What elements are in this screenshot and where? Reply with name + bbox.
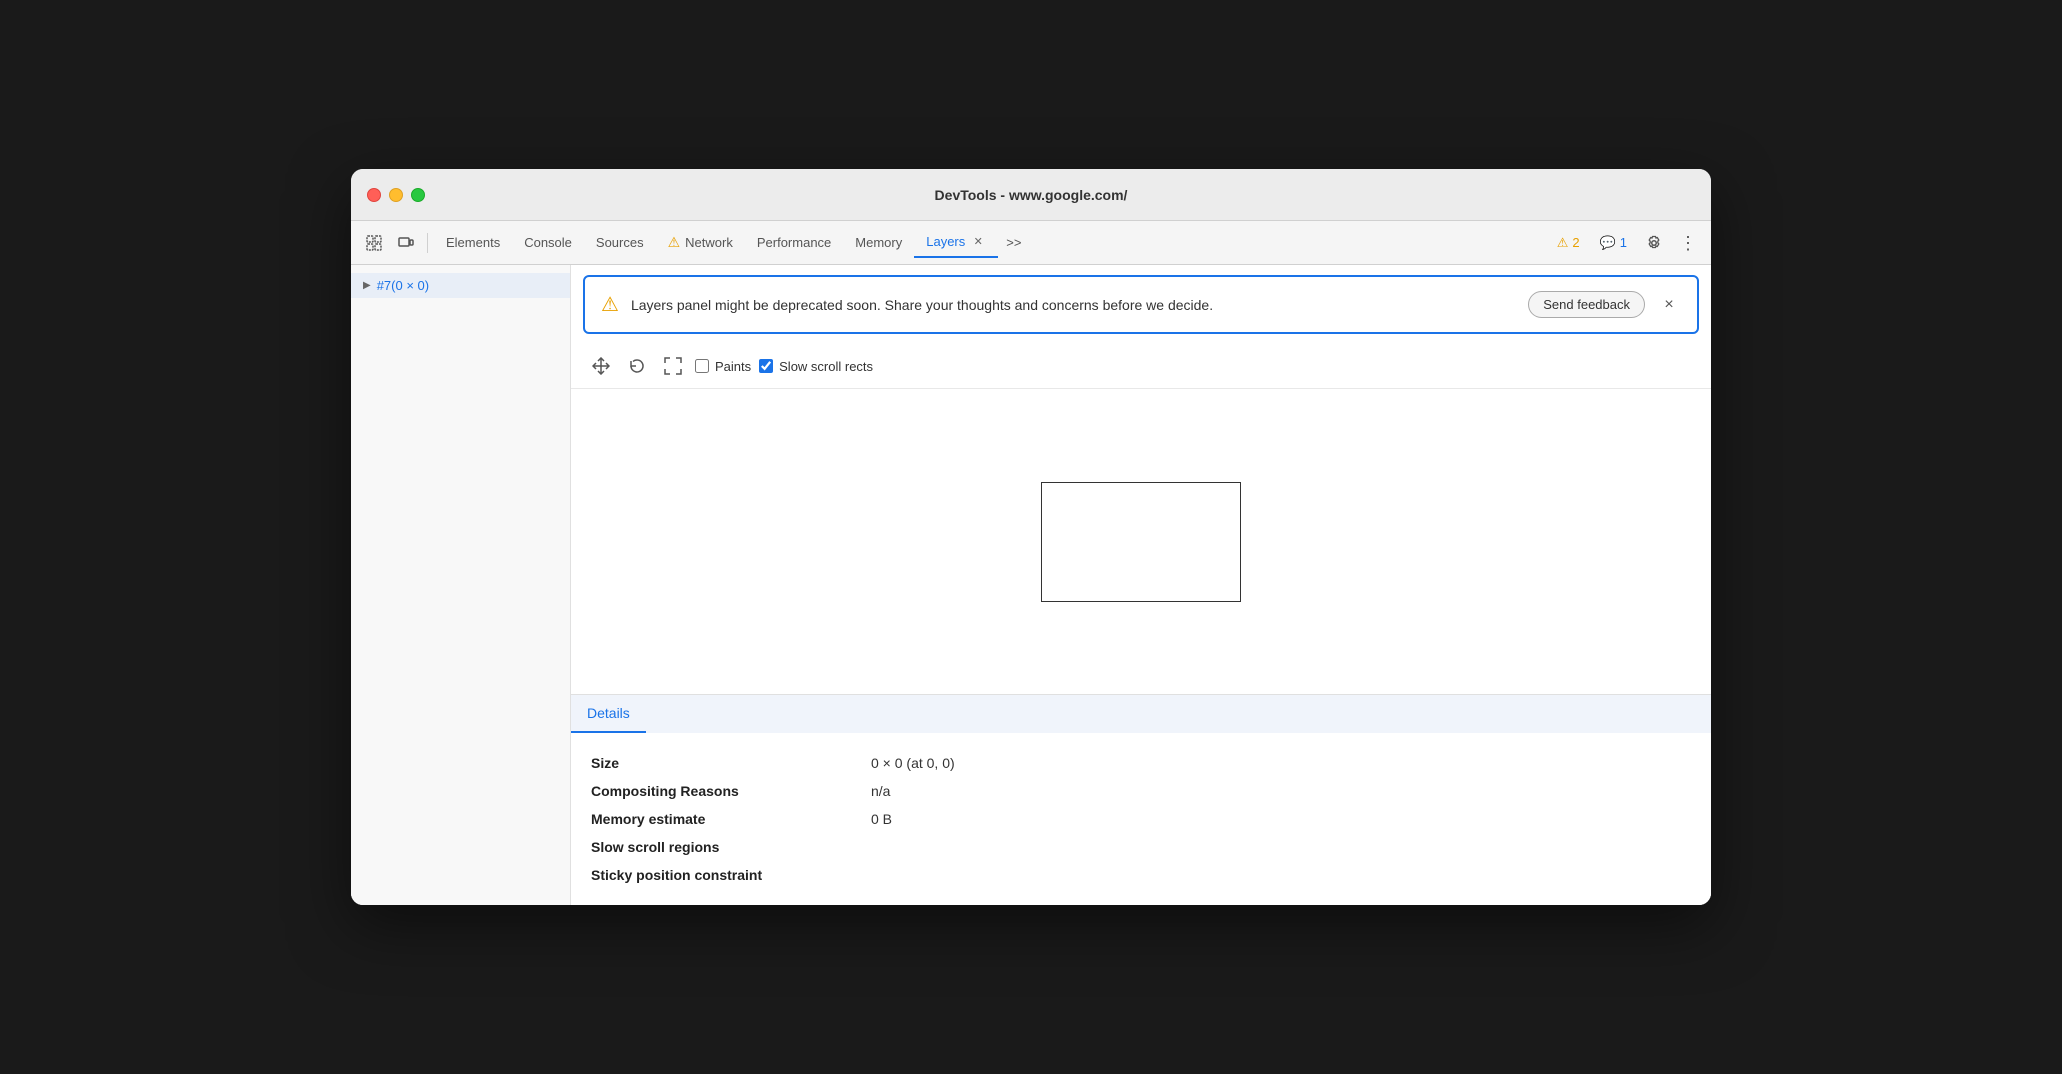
info-count-button[interactable]: 💬 1 [1592,231,1635,255]
details-section: Details [571,695,1711,733]
tab-memory[interactable]: Memory [843,229,914,256]
detail-row-compositing: Compositing Reasons n/a [591,777,1691,805]
details-tab[interactable]: Details [571,695,646,733]
network-warning-icon: ⚠ [668,234,681,251]
warning-icon: ⚠ [1557,235,1569,251]
tab-performance[interactable]: Performance [745,229,843,256]
inspector-icon[interactable] [359,228,389,258]
details-content: Size 0 × 0 (at 0, 0) Compositing Reasons… [571,733,1711,905]
tab-elements[interactable]: Elements [434,229,512,256]
tab-network[interactable]: ⚠ Network [656,228,745,257]
sidebar-item-layer1[interactable]: ▶ #7(0 × 0) [351,273,570,298]
tab-layers[interactable]: Layers ✕ [914,228,998,258]
toolbar-right: ⚠ 2 💬 1 ⋮ [1549,228,1703,258]
canvas-area [571,389,1711,695]
paints-checkbox[interactable] [695,359,709,373]
fit-tool-button[interactable] [659,352,687,380]
window-title: DevTools - www.google.com/ [935,187,1128,203]
warning-banner: ⚠ Layers panel might be deprecated soon.… [583,275,1699,334]
detail-row-size: Size 0 × 0 (at 0, 0) [591,749,1691,777]
warning-count-button[interactable]: ⚠ 2 [1549,231,1588,255]
send-feedback-button[interactable]: Send feedback [1528,291,1645,318]
slow-scroll-checkbox[interactable] [759,359,773,373]
device-toggle-icon[interactable] [391,228,421,258]
more-options-icon[interactable]: ⋮ [1673,228,1703,258]
banner-warning-icon: ⚠ [601,292,619,317]
detail-row-memory: Memory estimate 0 B [591,805,1691,833]
canvas-toolbar: Paints Slow scroll rects [571,344,1711,389]
tab-sources[interactable]: Sources [584,229,656,256]
devtools-window: DevTools - www.google.com/ Elements Cons [351,169,1711,905]
banner-message: Layers panel might be deprecated soon. S… [631,297,1516,313]
minimize-button[interactable] [389,188,403,202]
main-content: ▶ #7(0 × 0) ⚠ Layers panel might be depr… [351,265,1711,905]
expand-arrow-icon: ▶ [363,280,371,291]
info-icon: 💬 [1600,235,1616,251]
detail-row-sticky: Sticky position constraint [591,861,1691,889]
slow-scroll-checkbox-label[interactable]: Slow scroll rects [759,359,873,374]
sidebar: ▶ #7(0 × 0) [351,265,571,905]
settings-icon[interactable] [1639,228,1669,258]
title-bar: DevTools - www.google.com/ [351,169,1711,221]
traffic-lights [367,188,425,202]
tab-console[interactable]: Console [512,229,584,256]
maximize-button[interactable] [411,188,425,202]
toolbar-divider [427,233,428,253]
tab-list: Elements Console Sources ⚠ Network Perfo… [434,228,1547,258]
paints-checkbox-label[interactable]: Paints [695,359,751,374]
tab-layers-close[interactable]: ✕ [970,234,986,250]
devtools-toolbar: Elements Console Sources ⚠ Network Perfo… [351,221,1711,265]
layer-rectangle [1041,482,1241,602]
banner-close-button[interactable]: × [1657,293,1681,317]
detail-row-slow-scroll: Slow scroll regions [591,833,1691,861]
rotate-tool-button[interactable] [623,352,651,380]
close-button[interactable] [367,188,381,202]
more-tabs-button[interactable]: >> [998,231,1029,254]
right-panel: ⚠ Layers panel might be deprecated soon.… [571,265,1711,905]
pan-tool-button[interactable] [587,352,615,380]
